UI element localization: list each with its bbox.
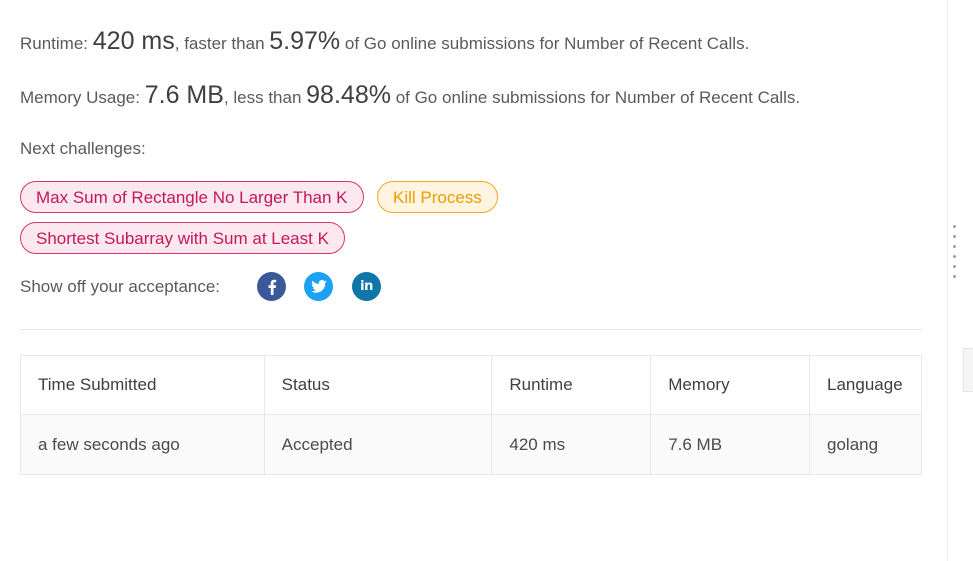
cell-time-submitted: a few seconds ago [20,414,265,475]
runtime-value: 420 ms [92,27,175,55]
memory-value: 7.6 MB [144,81,224,109]
section-divider [20,329,922,330]
cell-language: golang [809,414,922,475]
next-challenges-label: Next challenges: [20,139,146,158]
column-header-runtime: Runtime [491,355,652,415]
column-header-time-submitted: Time Submitted [20,355,265,415]
cell-runtime: 420 ms [491,414,652,475]
next-challenge-link[interactable]: Kill Process [377,181,498,213]
memory-mid-text: , less than [223,88,302,107]
linkedin-icon: in [360,279,373,294]
cell-status-accepted-link[interactable]: Accepted [263,414,493,475]
runtime-mid-text: , faster than [174,34,265,53]
side-panel-tab[interactable] [963,348,973,392]
column-header-language: Language [809,355,922,415]
share-label: Show off your acceptance: [20,277,221,296]
twitter-share-button[interactable] [304,272,333,301]
cell-memory: 7.6 MB [650,414,811,475]
facebook-share-button[interactable] [257,272,286,301]
runtime-stat: Runtime: 420 ms, faster than 5.97% of Go… [20,27,749,56]
runtime-label: Runtime: [20,34,89,53]
memory-tail-text: of Go online submissions for Number of R… [395,88,801,107]
submissions-table: Time Submitted Status Runtime Memory Lan… [20,355,922,475]
next-challenge-link[interactable]: Shortest Subarray with Sum at Least K [20,222,345,254]
runtime-tail-text: of Go online submissions for Number of R… [344,34,750,53]
memory-stat: Memory Usage: 7.6 MB, less than 98.48% o… [20,81,800,110]
facebook-icon [267,279,277,295]
linkedin-share-button[interactable]: in [352,272,381,301]
twitter-icon [310,280,327,293]
memory-label: Memory Usage: [20,88,140,107]
column-header-memory: Memory [650,355,811,415]
submission-detail-page: Runtime: 420 ms, faster than 5.97% of Go… [0,0,973,561]
runtime-percentile: 5.97% [269,27,341,55]
memory-percentile: 98.48% [306,81,391,109]
next-challenge-link[interactable]: Max Sum of Rectangle No Larger Than K [20,181,364,213]
table-header-row: Time Submitted Status Runtime Memory Lan… [20,355,922,415]
panel-resize-handle[interactable] [953,225,957,281]
column-header-status: Status [263,355,493,415]
table-row: a few seconds ago Accepted 420 ms 7.6 MB… [20,414,922,475]
panel-border [947,0,948,561]
